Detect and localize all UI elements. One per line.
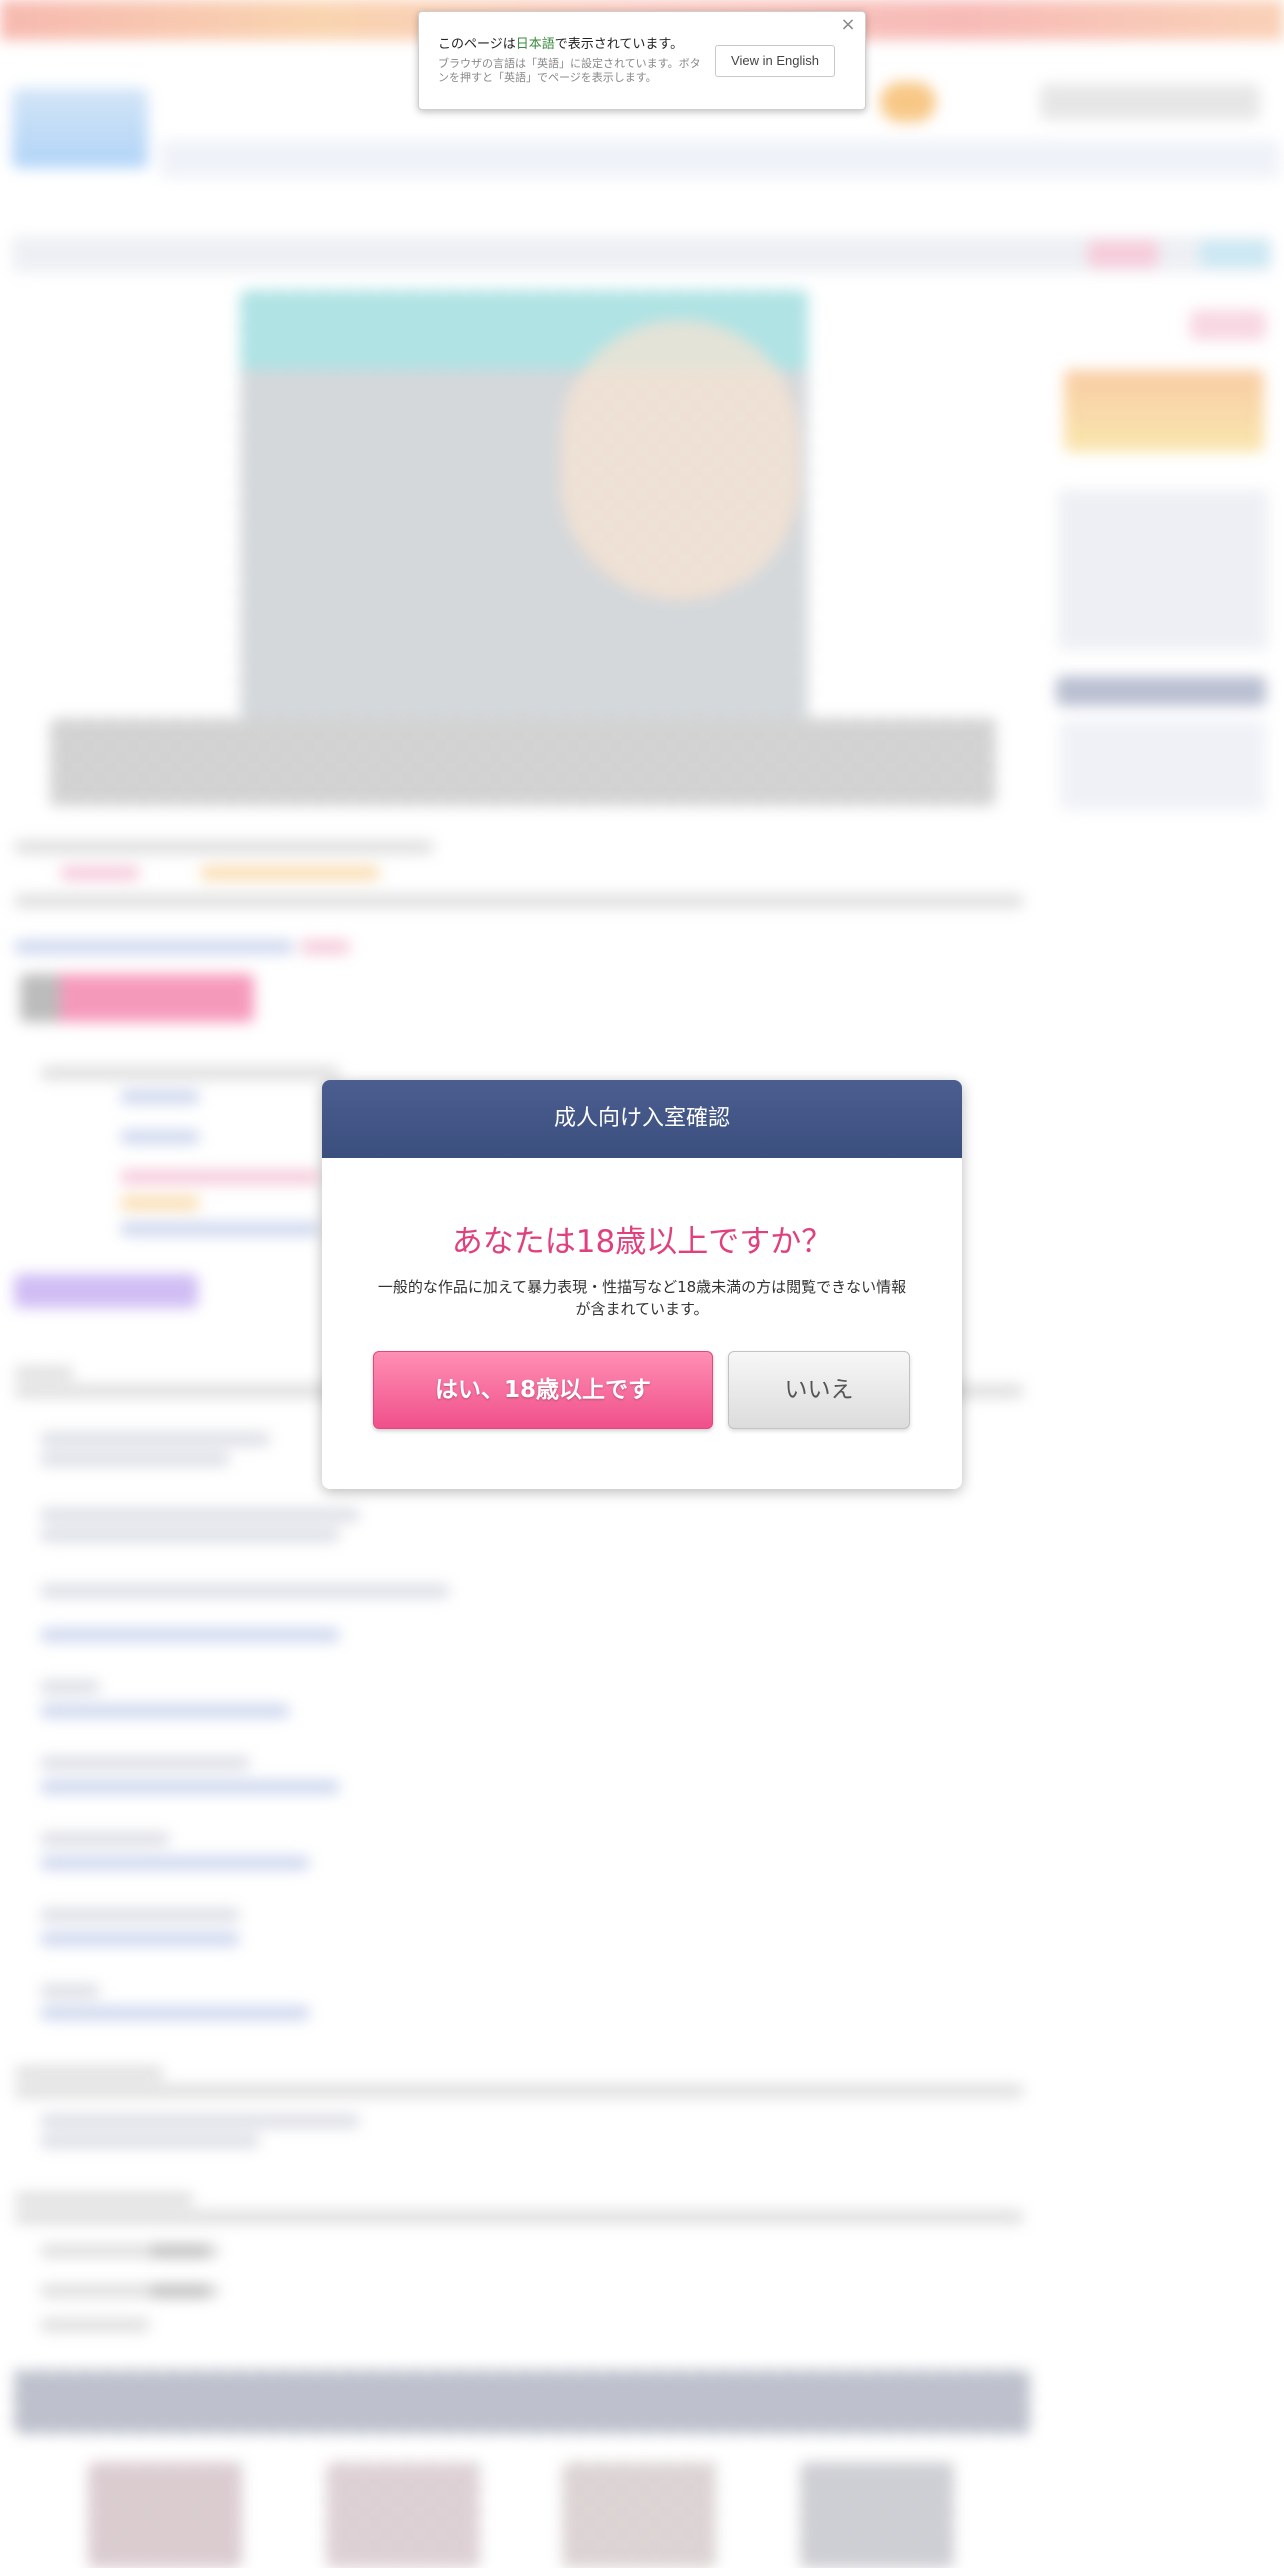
age-question: あなたは18歳以上ですか？ xyxy=(451,1224,833,1260)
view-in-english-button[interactable]: View in English xyxy=(715,45,835,77)
bg-thumb-1 xyxy=(88,2462,242,2568)
translate-message-prefix: このページは xyxy=(438,36,516,51)
title-strip-pink xyxy=(1088,240,1158,268)
title-strip-blue xyxy=(1200,240,1270,268)
translate-sub-message: ブラウザの言語は「英語」に設定されています。ボタンを押すと「英語」でページを表示… xyxy=(438,58,701,84)
header-orange-badge xyxy=(880,82,936,122)
deny-adult-button[interactable]: いいえ xyxy=(728,1351,910,1429)
product-image-face xyxy=(560,320,800,600)
bg-sidebar-orange xyxy=(1064,370,1264,452)
bg-thumb-2 xyxy=(326,2462,480,2568)
title-strip xyxy=(12,236,1272,272)
bg-navy-bar xyxy=(14,2370,1030,2434)
bg-purple-bar xyxy=(14,1274,198,1308)
close-icon[interactable]: × xyxy=(839,16,857,34)
translate-language: 日本語 xyxy=(515,36,555,51)
bg-sidebar-list xyxy=(1060,720,1266,810)
age-description: 一般的な作品に加えて暴力表現・性描写など18歳未満の方は閲覧できない情報が含まれ… xyxy=(377,1278,907,1318)
translate-popup: このページは日本語で表示されています。 ブラウザの言語は「英語」に設定されていま… xyxy=(418,11,866,110)
site-logo xyxy=(12,88,148,168)
bg-thumb-3 xyxy=(562,2462,716,2568)
translate-message-suffix: で表示されています。 xyxy=(554,36,684,51)
bg-thumb-4 xyxy=(800,2462,954,2568)
modal-header: 成人向け入室確認 xyxy=(322,1080,962,1158)
translate-message: このページは日本語で表示されています。 xyxy=(438,33,683,52)
bg-sidebar-box xyxy=(1058,490,1268,650)
header-nav-bar xyxy=(160,140,1280,178)
bg-sidebar-pink xyxy=(1190,310,1266,340)
confirm-adult-button[interactable]: はい、18歳以上です xyxy=(373,1351,713,1429)
header-icons xyxy=(1040,84,1260,120)
age-confirmation-modal: 成人向け入室確認 あなたは18歳以上ですか？ 一般的な作品に加えて暴力表現・性描… xyxy=(322,1080,962,1489)
bg-sidebar-navy xyxy=(1056,676,1266,706)
bg-icon-circle xyxy=(20,974,60,1022)
thumbnail-strip xyxy=(50,718,996,806)
